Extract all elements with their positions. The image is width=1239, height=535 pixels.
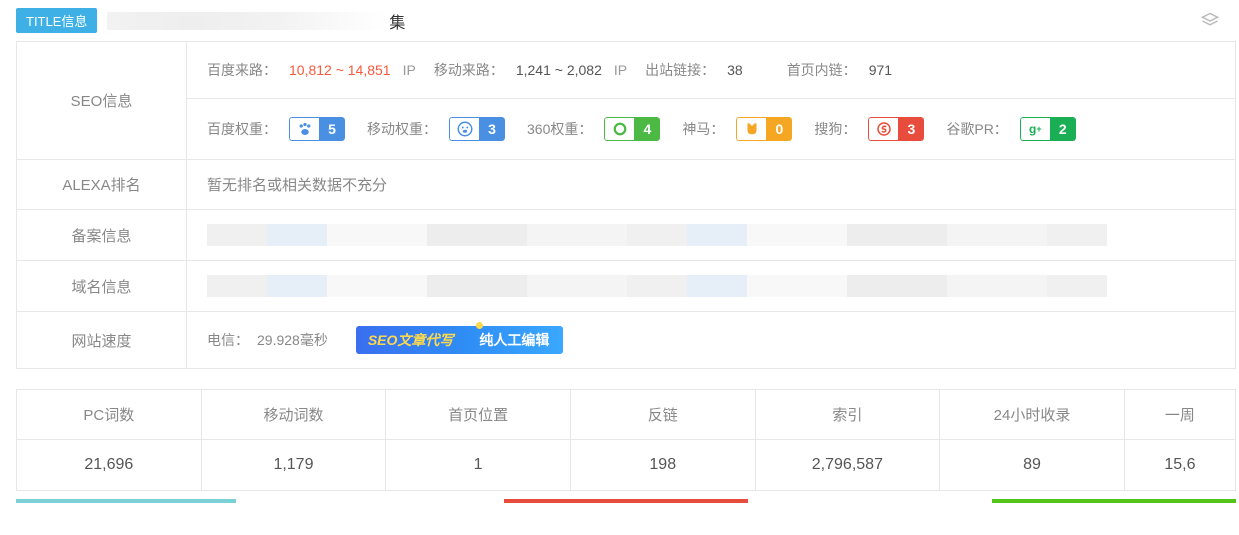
baidu-weight-value: 5 xyxy=(319,117,345,141)
stats-col: 24小时收录 89 xyxy=(940,390,1125,490)
mobile-weight-value: 3 xyxy=(479,117,505,141)
speed-content: 电信： 29.928毫秒 SEO文章代写 纯人工编辑 xyxy=(187,312,1235,368)
mobile-weight-label: 移动权重： xyxy=(367,119,437,139)
bar-gap xyxy=(748,499,992,503)
stats-val-home[interactable]: 1 xyxy=(386,440,570,490)
stats-head-index: 索引 xyxy=(756,390,940,440)
speed-isp-label: 电信： xyxy=(207,330,249,350)
google-pr-value: 2 xyxy=(1050,117,1076,141)
top-right-action[interactable] xyxy=(1201,12,1223,30)
alexa-row: ALEXA排名 暂无排名或相关数据不充分 xyxy=(17,160,1235,210)
stats-head-24h: 24小时收录 xyxy=(940,390,1124,440)
mobile-traffic-label: 移动来路： xyxy=(434,60,504,80)
seo-content: 百度来路： 10,812 ~ 14,851 IP 移动来路： 1,241 ~ 2… xyxy=(187,42,1235,159)
google-plus-icon: g+ xyxy=(1020,117,1050,141)
seo-row: SEO信息 百度来路： 10,812 ~ 14,851 IP 移动来路： 1,2… xyxy=(17,42,1235,160)
stats-val-index[interactable]: 2,796,587 xyxy=(756,440,940,490)
baidu-mobile-icon xyxy=(449,117,479,141)
beian-redacted xyxy=(207,224,1107,246)
beian-row: 备案信息 xyxy=(17,210,1235,261)
stats-head-week: 一周 xyxy=(1125,390,1235,440)
shenma-icon xyxy=(736,117,766,141)
baidu-traffic-label: 百度来路： xyxy=(207,60,277,80)
shenma-label: 神马： xyxy=(682,119,724,139)
google-pr-badge[interactable]: g+ 2 xyxy=(1020,117,1076,141)
bar-green xyxy=(992,499,1236,503)
stats-col: PC词数 21,696 xyxy=(17,390,202,490)
domain-content xyxy=(187,261,1235,311)
title-badge: TITLE信息 xyxy=(16,8,97,33)
stats-col: 一周 15,6 xyxy=(1125,390,1235,490)
alexa-text: 暂无排名或相关数据不充分 xyxy=(207,174,387,195)
homelinks-value[interactable]: 971 xyxy=(869,62,892,78)
ip-suffix: IP xyxy=(403,62,416,78)
stats-val-pc[interactable]: 21,696 xyxy=(17,440,201,490)
layers-icon xyxy=(1201,12,1219,30)
bar-teal xyxy=(16,499,236,503)
w360-icon xyxy=(604,117,634,141)
bottom-bars xyxy=(16,499,1236,503)
ip-suffix-2: IP xyxy=(614,62,627,78)
stats-table: PC词数 21,696 移动词数 1,179 首页位置 1 反链 198 索引 … xyxy=(16,389,1236,491)
speed-value: 29.928毫秒 xyxy=(257,330,328,350)
domain-label: 域名信息 xyxy=(17,261,187,311)
sogou-badge[interactable]: 3 xyxy=(868,117,924,141)
shenma-badge[interactable]: 0 xyxy=(736,117,792,141)
seo-weights-row: 百度权重： 5 移动权重： 3 360权重： xyxy=(187,99,1235,159)
speed-label: 网站速度 xyxy=(17,312,187,368)
w360-badge[interactable]: 4 xyxy=(604,117,660,141)
baidu-paw-icon xyxy=(289,117,319,141)
baidu-weight-label: 百度权重： xyxy=(207,119,277,139)
alexa-label: ALEXA排名 xyxy=(17,160,187,209)
stats-val-mobile[interactable]: 1,179 xyxy=(202,440,386,490)
title-suffix: 集 xyxy=(389,9,405,33)
sogou-label: 搜狗： xyxy=(814,119,856,139)
baidu-weight-badge[interactable]: 5 xyxy=(289,117,345,141)
stats-col: 索引 2,796,587 xyxy=(756,390,941,490)
promo-left-text: SEO文章代写 xyxy=(356,326,466,354)
alexa-content: 暂无排名或相关数据不充分 xyxy=(187,160,1235,209)
shenma-value: 0 xyxy=(766,117,792,141)
stats-col: 反链 198 xyxy=(571,390,756,490)
google-pr-label: 谷歌PR： xyxy=(946,119,1007,139)
info-table: SEO信息 百度来路： 10,812 ~ 14,851 IP 移动来路： 1,2… xyxy=(16,41,1236,369)
baidu-traffic-value[interactable]: 10,812 ~ 14,851 xyxy=(289,62,391,78)
homelinks-label: 首页内链： xyxy=(787,60,857,80)
stats-val-backlink[interactable]: 198 xyxy=(571,440,755,490)
promo-banner[interactable]: SEO文章代写 纯人工编辑 xyxy=(356,326,564,354)
beian-label: 备案信息 xyxy=(17,210,187,260)
speed-row: 网站速度 电信： 29.928毫秒 SEO文章代写 纯人工编辑 xyxy=(17,312,1235,368)
stats-col: 首页位置 1 xyxy=(386,390,571,490)
stats-head-pc: PC词数 xyxy=(17,390,201,440)
outlinks-label: 出站链接： xyxy=(645,60,715,80)
bar-red xyxy=(504,499,748,503)
beian-content xyxy=(187,210,1235,260)
w360-value: 4 xyxy=(634,117,660,141)
promo-dot-icon xyxy=(476,322,483,329)
seo-label: SEO信息 xyxy=(17,42,187,159)
outlinks-value[interactable]: 38 xyxy=(727,62,743,78)
stats-head-home: 首页位置 xyxy=(386,390,570,440)
stats-val-week[interactable]: 15,6 xyxy=(1125,440,1235,490)
w360-label: 360权重： xyxy=(527,119,592,139)
domain-redacted xyxy=(207,275,1107,297)
bar-gap xyxy=(236,499,504,503)
sogou-value: 3 xyxy=(898,117,924,141)
mobile-traffic-value[interactable]: 1,241 ~ 2,082 xyxy=(516,62,602,78)
stats-col: 移动词数 1,179 xyxy=(202,390,387,490)
title-row: TITLE信息 集 xyxy=(0,0,1239,41)
domain-row: 域名信息 xyxy=(17,261,1235,312)
seo-traffic-row: 百度来路： 10,812 ~ 14,851 IP 移动来路： 1,241 ~ 2… xyxy=(187,42,1235,99)
stats-head-backlink: 反链 xyxy=(571,390,755,440)
sogou-icon xyxy=(868,117,898,141)
mobile-weight-badge[interactable]: 3 xyxy=(449,117,505,141)
stats-val-24h[interactable]: 89 xyxy=(940,440,1124,490)
promo-right-text: 纯人工编辑 xyxy=(465,326,563,354)
title-text-redacted xyxy=(107,12,387,30)
stats-head-mobile: 移动词数 xyxy=(202,390,386,440)
